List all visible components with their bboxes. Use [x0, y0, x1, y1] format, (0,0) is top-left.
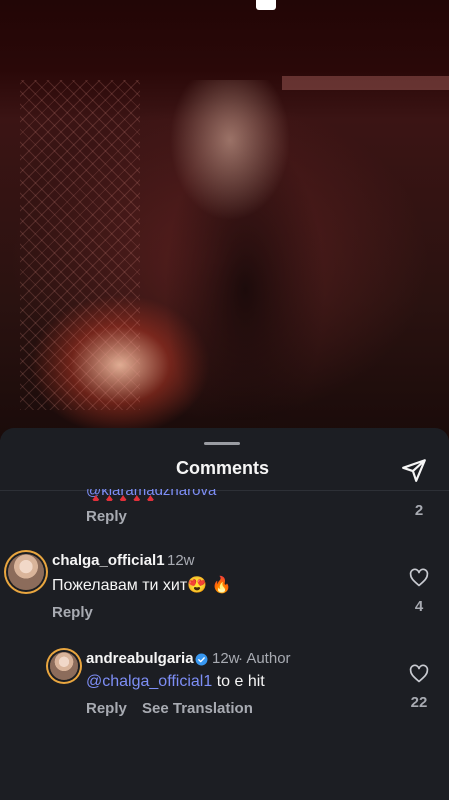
- like-count: 4: [414, 598, 424, 615]
- photo-mesh-background: [20, 80, 140, 410]
- comment-mention[interactable]: @chalga_official1: [86, 673, 212, 690]
- heart-outline-icon[interactable]: [409, 664, 429, 684]
- drag-handle[interactable]: [204, 442, 240, 445]
- verified-icon: [195, 653, 208, 666]
- comments-sheet: Comments @klaramadzharova ♦♦♦♦♦ Reply 2 c…: [0, 428, 449, 800]
- reply-button[interactable]: Reply: [52, 604, 93, 621]
- comment-username[interactable]: andreabulgaria: [86, 650, 194, 667]
- reply-button[interactable]: Reply: [86, 700, 127, 717]
- post-photo: [0, 0, 449, 440]
- like-count: 22: [410, 694, 428, 711]
- like-count: 2: [414, 502, 424, 519]
- sheet-title: Comments: [175, 458, 269, 478]
- comment-time: 12w: [167, 552, 195, 569]
- cutoff-comment-text: @klaramadzharova ♦♦♦♦♦: [86, 489, 386, 501]
- reply-button[interactable]: Reply: [86, 508, 127, 525]
- photo-subject: [160, 80, 335, 420]
- comment-username[interactable]: chalga_official1: [52, 552, 165, 569]
- status-indicator: [256, 0, 276, 10]
- see-translation-button[interactable]: See Translation: [142, 700, 253, 717]
- heart-outline-icon[interactable]: [409, 568, 429, 588]
- avatar[interactable]: [50, 652, 78, 680]
- comment-time: 12w: [212, 650, 240, 667]
- share-icon[interactable]: [401, 457, 427, 483]
- comment-text: @chalga_official1 to e hit: [86, 673, 265, 691]
- author-label: · Author: [238, 650, 291, 667]
- comment-text: Пожелавам ти хит😍 🔥: [52, 577, 232, 594]
- cutoff-hearts: ♦♦♦♦♦: [92, 491, 161, 501]
- comment-body: to e hit: [212, 673, 265, 690]
- avatar[interactable]: [8, 554, 44, 590]
